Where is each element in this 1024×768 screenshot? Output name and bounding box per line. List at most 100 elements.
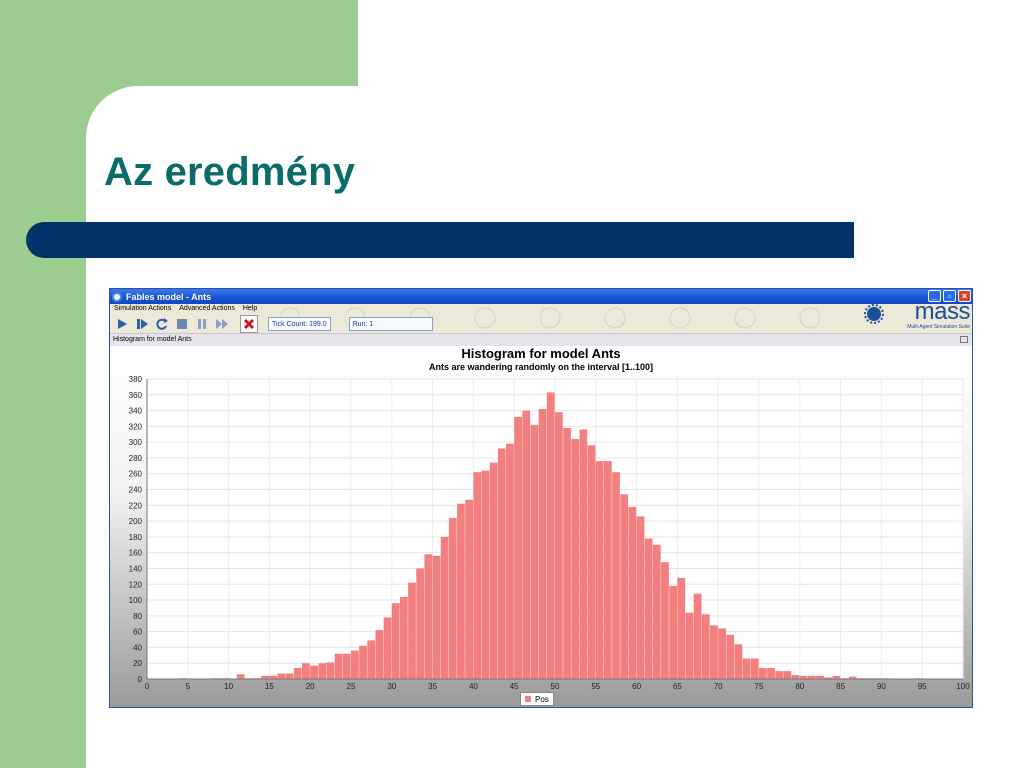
histogram-bar — [326, 662, 335, 679]
menu-advanced-actions[interactable]: Advanced Actions — [179, 305, 235, 315]
histogram-bar — [693, 593, 702, 679]
histogram-bar — [726, 634, 735, 679]
histogram-bar — [367, 640, 376, 679]
x-tick-label: 35 — [428, 682, 437, 691]
stop-icon[interactable] — [174, 316, 190, 332]
histogram-bar — [424, 554, 433, 679]
menubar: Simulation Actions Advanced Actions Help — [110, 305, 257, 315]
histogram-bar — [318, 663, 327, 679]
histogram-bar — [775, 671, 784, 679]
histogram-bar — [669, 585, 677, 679]
y-tick-label: 60 — [133, 628, 142, 637]
y-tick-label: 0 — [138, 675, 143, 684]
histogram-bar — [571, 439, 580, 679]
histogram-bar — [579, 429, 588, 679]
histogram-bar — [677, 577, 686, 679]
x-tick-label: 10 — [224, 682, 233, 691]
y-tick-label: 120 — [129, 580, 143, 589]
y-tick-label: 20 — [133, 659, 142, 668]
slide-title-bar — [26, 222, 854, 258]
x-tick-label: 60 — [632, 682, 641, 691]
window-title: Fables model - Ants — [126, 291, 212, 302]
histogram-bar — [465, 499, 473, 679]
x-tick-label: 50 — [551, 682, 560, 691]
y-tick-label: 160 — [129, 549, 143, 558]
x-tick-label: 70 — [714, 682, 723, 691]
tick-count-display: Tick Count: 199.0 — [268, 317, 331, 331]
histogram-bar — [310, 665, 318, 679]
menu-simulation-actions[interactable]: Simulation Actions — [114, 305, 171, 315]
histogram-bar — [595, 461, 604, 679]
histogram-bar — [563, 427, 571, 679]
histogram-bar — [457, 503, 465, 679]
histogram-bar — [399, 596, 408, 679]
y-tick-label: 240 — [129, 486, 143, 495]
y-tick-label: 200 — [129, 517, 143, 526]
histogram-bar — [767, 667, 775, 679]
histogram-bar — [546, 392, 555, 679]
logo-sphere-icon — [864, 304, 884, 324]
x-tick-label: 75 — [755, 682, 764, 691]
panel-header: Histogram for model Ants — [110, 333, 972, 347]
legend-label: Pos — [535, 694, 549, 704]
histogram-bar — [440, 536, 449, 679]
play-icon[interactable] — [114, 316, 130, 332]
x-tick-label: 100 — [956, 682, 970, 691]
histogram-bar — [701, 614, 710, 679]
histogram-bar — [432, 555, 441, 679]
x-tick-label: 80 — [795, 682, 804, 691]
histogram-bar — [620, 494, 629, 679]
toolbar: Tick Count: 199.0 Run: 1 — [110, 315, 972, 333]
restart-icon[interactable] — [154, 316, 170, 332]
x-tick-label: 25 — [347, 682, 356, 691]
maximize-panel-icon[interactable] — [960, 336, 968, 343]
fast-forward-icon[interactable] — [214, 316, 230, 332]
chart-legend: Pos — [520, 692, 554, 706]
panel-title: Histogram for model Ants — [113, 336, 192, 343]
x-tick-label: 55 — [591, 682, 600, 691]
app-icon — [112, 291, 122, 302]
y-tick-label: 260 — [129, 470, 143, 479]
histogram-bar — [302, 663, 310, 679]
histogram-bar — [644, 538, 653, 679]
y-tick-label: 140 — [129, 564, 143, 573]
histogram-bar — [750, 658, 759, 679]
y-tick-label: 280 — [129, 454, 143, 463]
app-window: Fables model - Ants _ ▫ × Simulation Act… — [109, 288, 973, 708]
x-tick-label: 90 — [877, 682, 886, 691]
histogram-bar — [612, 472, 620, 679]
histogram-bar — [652, 544, 661, 679]
x-tick-label: 65 — [673, 682, 682, 691]
y-tick-label: 340 — [129, 407, 143, 416]
step-icon[interactable] — [134, 316, 150, 332]
y-tick-label: 380 — [129, 375, 143, 384]
histogram-bar — [742, 658, 751, 679]
histogram-bar — [685, 612, 694, 679]
chart-area: Histogram for model Ants Ants are wander… — [110, 346, 972, 707]
x-tick-label: 0 — [145, 682, 150, 691]
histogram-bar — [783, 671, 792, 679]
histogram-bar — [734, 644, 743, 679]
histogram-bar — [416, 568, 425, 679]
histogram-bar — [375, 630, 384, 679]
histogram-bar — [661, 562, 669, 679]
histogram-bar — [359, 645, 367, 679]
pause-icon[interactable] — [194, 316, 210, 332]
histogram-bar — [391, 603, 400, 679]
menu-help[interactable]: Help — [243, 305, 257, 315]
histogram-bar — [514, 416, 522, 679]
y-tick-label: 80 — [133, 612, 142, 621]
histogram-bar — [636, 516, 645, 679]
x-tick-label: 30 — [387, 682, 396, 691]
mass-logo: mass Multi-Agent Simulation Suite — [862, 298, 971, 332]
histogram-bar — [718, 628, 726, 679]
run-display: Run: 1 — [348, 317, 433, 331]
slide-title: Az eredmény — [104, 150, 356, 194]
histogram-bar — [628, 506, 637, 679]
x-tick-label: 95 — [918, 682, 927, 691]
histogram-chart: 0204060801001201401601802002202402602803… — [129, 375, 971, 691]
histogram-bar — [506, 443, 514, 679]
histogram-bar — [555, 412, 563, 679]
x-tick-label: 5 — [186, 682, 191, 691]
exit-icon[interactable] — [240, 315, 258, 333]
